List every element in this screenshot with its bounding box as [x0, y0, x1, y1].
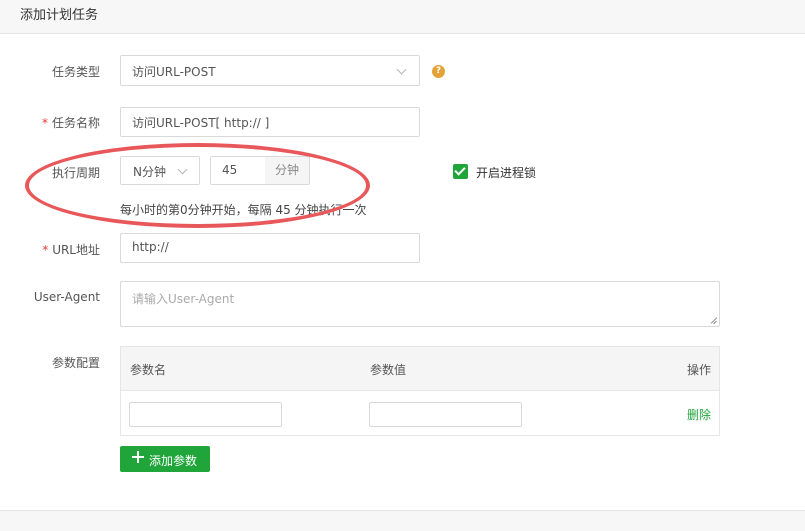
process-lock-checkbox[interactable] — [453, 164, 468, 179]
task-name-label: * 任务名称 — [41, 116, 100, 130]
user-agent-label: User-Agent — [33, 290, 100, 304]
process-lock-label[interactable]: 开启进程锁 — [476, 164, 536, 181]
dialog-header: 添加计划任务 — [0, 0, 805, 34]
url-input[interactable]: http:// — [120, 233, 420, 263]
cycle-minutes-input[interactable]: 45 — [210, 156, 266, 185]
cycle-hint: 每小时的第0分钟开始，每隔 45 分钟执行一次 — [120, 203, 367, 217]
delete-param-link[interactable]: 删除 — [687, 406, 711, 423]
required-mark: * — [42, 243, 49, 257]
user-agent-placeholder: 请输入User-Agent — [132, 292, 235, 306]
cycle-period-value: N分钟 — [133, 165, 166, 179]
param-value-input[interactable] — [369, 402, 522, 427]
required-mark: * — [41, 116, 48, 130]
cycle-label: 执行周期 — [51, 166, 100, 180]
task-type-select[interactable]: 访问URL-POST — [120, 55, 420, 86]
check-icon — [454, 164, 466, 176]
task-name-input[interactable]: 访问URL-POST[ http:// ] — [120, 107, 420, 137]
column-header-action: 操作 — [687, 363, 712, 377]
chevron-down-icon — [177, 164, 188, 175]
params-table: 参数名 参数值 操作 删除 — [120, 346, 720, 436]
add-param-button[interactable]: 添加参数 — [120, 446, 210, 472]
task-type-value: 访问URL-POST — [132, 65, 216, 79]
dialog-footer — [0, 510, 805, 531]
task-type-label: 任务类型 — [51, 65, 100, 79]
cycle-period-select[interactable]: N分钟 — [120, 156, 200, 185]
resize-handle[interactable] — [711, 318, 717, 324]
minutes-unit-addon: 分钟 — [265, 156, 310, 185]
params-label: 参数配置 — [51, 356, 100, 370]
cycle-minutes-value: 45 — [222, 163, 238, 177]
task-name-value: 访问URL-POST[ http:// ] — [132, 116, 270, 130]
table-header: 参数名 参数值 操作 — [121, 347, 719, 391]
plus-icon — [132, 451, 144, 463]
dialog-title: 添加计划任务 — [20, 8, 99, 23]
column-header-name: 参数名 — [130, 363, 167, 377]
add-param-label: 添加参数 — [149, 454, 198, 468]
user-agent-textarea[interactable]: 请输入User-Agent — [120, 281, 720, 327]
param-name-input[interactable] — [129, 402, 282, 427]
chevron-down-icon — [396, 64, 407, 75]
help-icon[interactable]: ? — [432, 65, 445, 78]
column-header-value: 参数值 — [370, 363, 407, 377]
url-value: http:// — [132, 240, 169, 254]
url-label: * URL地址 — [42, 243, 100, 257]
